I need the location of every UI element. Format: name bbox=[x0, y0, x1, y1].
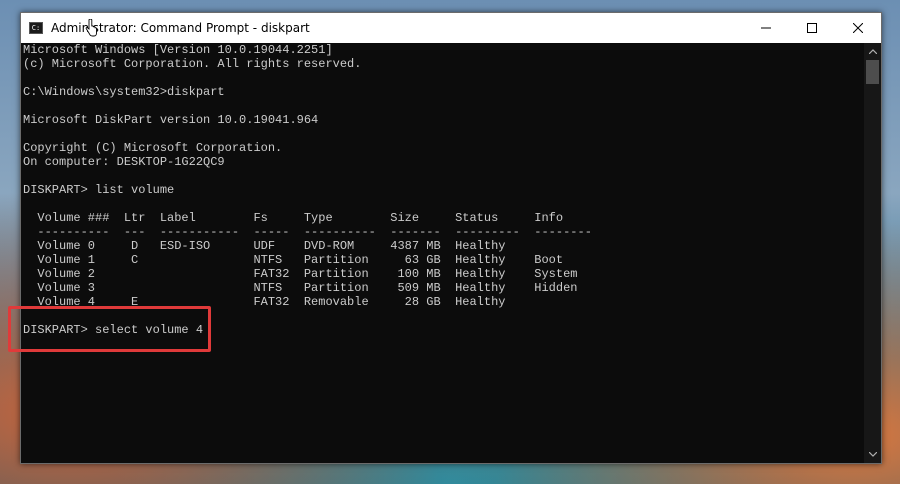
console-line: C:\Windows\system32>diskpart bbox=[23, 85, 225, 99]
minimize-button[interactable] bbox=[743, 13, 789, 43]
vertical-scrollbar[interactable] bbox=[864, 43, 881, 463]
title-bar[interactable]: C: Administrator: Command Prompt - diskp… bbox=[21, 13, 881, 43]
volume-row: Volume 0 D ESD-ISO UDF DVD-ROM 4387 MB H… bbox=[23, 239, 506, 253]
console-output[interactable]: Microsoft Windows [Version 10.0.19044.22… bbox=[21, 43, 864, 463]
volume-table-divider: ---------- --- ----------- ----- -------… bbox=[23, 225, 592, 239]
minimize-icon bbox=[761, 27, 771, 29]
window-controls bbox=[743, 13, 881, 43]
scroll-up-button[interactable] bbox=[864, 43, 881, 60]
highlight-box bbox=[8, 306, 211, 352]
chevron-down-icon bbox=[868, 452, 877, 457]
console-line: Copyright (C) Microsoft Corporation. bbox=[23, 141, 283, 155]
console-line: Microsoft Windows [Version 10.0.19044.22… bbox=[23, 43, 333, 57]
chevron-up-icon bbox=[868, 49, 877, 54]
cmd-icon: C: bbox=[29, 22, 43, 34]
close-icon bbox=[853, 23, 863, 33]
maximize-button[interactable] bbox=[789, 13, 835, 43]
scroll-down-button[interactable] bbox=[864, 446, 881, 463]
console-line: (c) Microsoft Corporation. All rights re… bbox=[23, 57, 362, 71]
volume-table-header: Volume ### Ltr Label Fs Type Size Status… bbox=[23, 211, 564, 225]
volume-row: Volume 3 NTFS Partition 509 MB Healthy H… bbox=[23, 281, 578, 295]
console-line: On computer: DESKTOP-1G22QC9 bbox=[23, 155, 225, 169]
volume-row: Volume 2 FAT32 Partition 100 MB Healthy … bbox=[23, 267, 578, 281]
console-line: DISKPART> list volume bbox=[23, 183, 175, 197]
command-prompt-window[interactable]: C: Administrator: Command Prompt - diskp… bbox=[20, 12, 882, 464]
maximize-icon bbox=[807, 23, 817, 33]
volume-row: Volume 1 C NTFS Partition 63 GB Healthy … bbox=[23, 253, 564, 267]
console-line: Microsoft DiskPart version 10.0.19041.96… bbox=[23, 113, 319, 127]
mouse-cursor-icon bbox=[85, 19, 97, 37]
close-button[interactable] bbox=[835, 13, 881, 43]
scrollbar-thumb[interactable] bbox=[866, 60, 879, 84]
